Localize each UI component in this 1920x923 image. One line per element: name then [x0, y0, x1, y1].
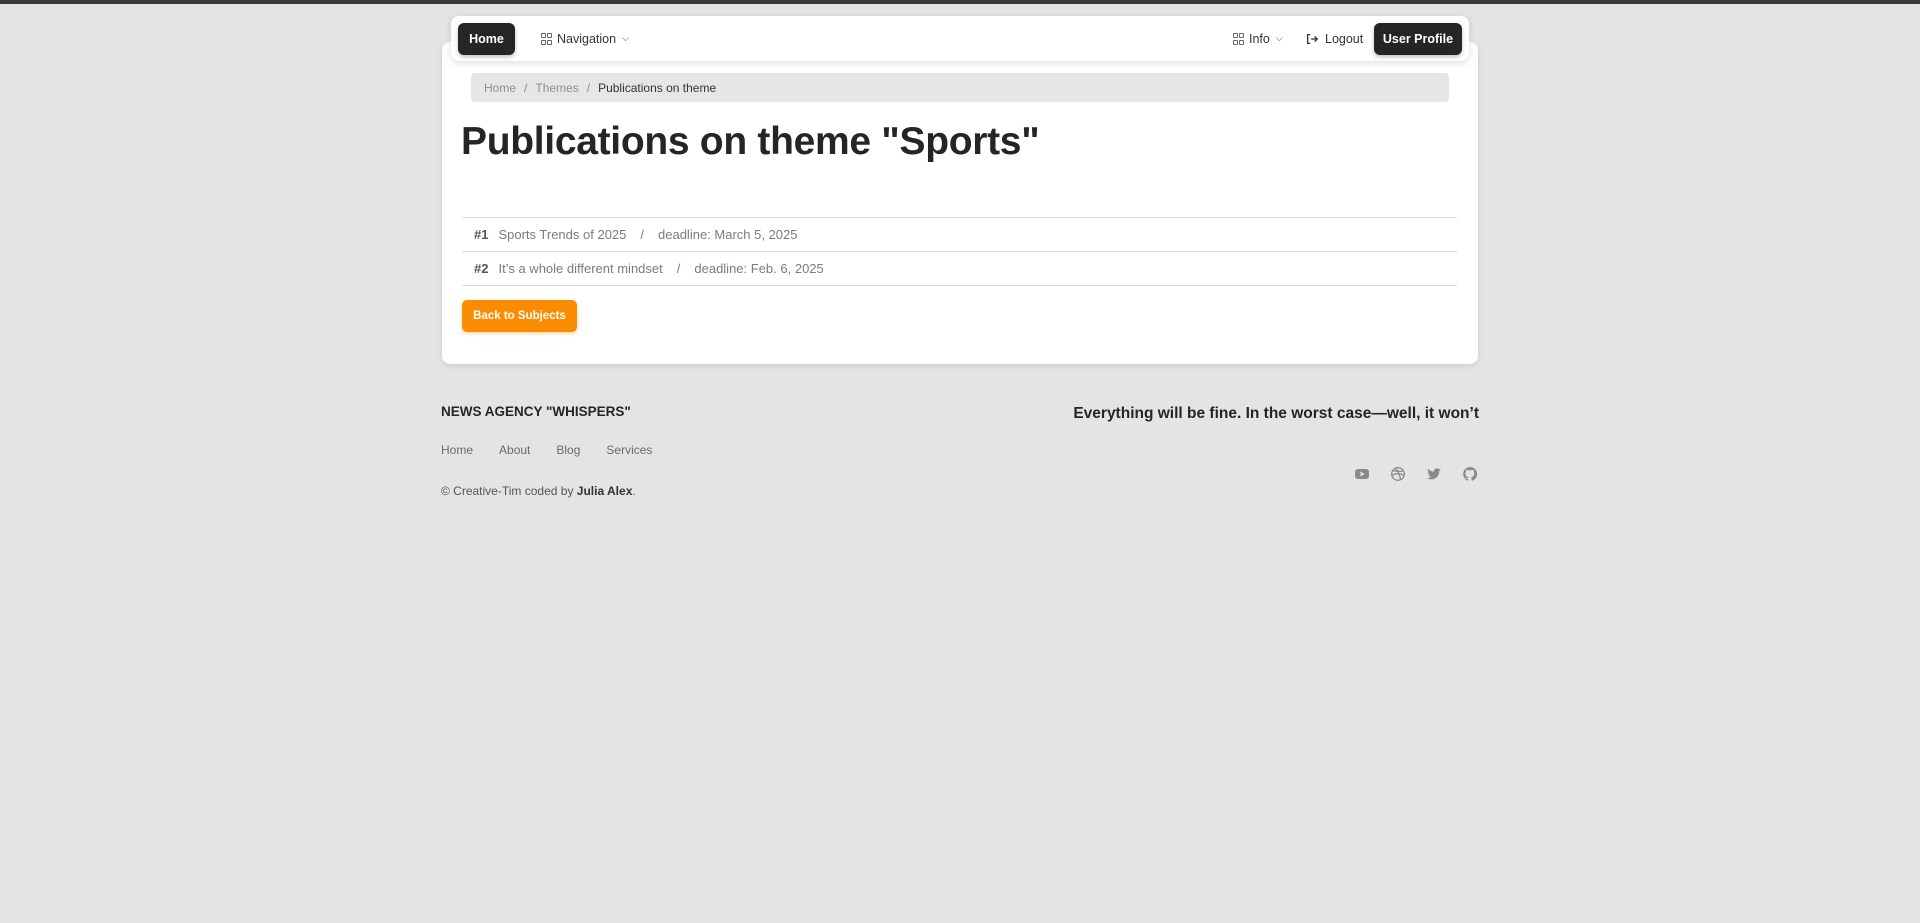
publication-item[interactable]: #2 It’s a whole different mindset / dead…	[462, 251, 1457, 286]
grid-icon	[1233, 33, 1244, 45]
breadcrumb-home[interactable]: Home	[484, 81, 516, 95]
user-profile-button[interactable]: User Profile	[1374, 23, 1462, 55]
navigation-label: Navigation	[557, 32, 617, 46]
footer-link-about[interactable]: About	[499, 443, 530, 457]
publication-list: #1 Sports Trends of 2025 / deadline: Mar…	[462, 217, 1457, 286]
footer-copyright: © Creative-Tim coded by Julia Alex.	[441, 484, 636, 498]
breadcrumb-separator: /	[524, 80, 528, 95]
publication-title: It’s a whole different mindset	[498, 261, 663, 276]
breadcrumb-separator: /	[586, 80, 591, 95]
github-icon[interactable]	[1462, 466, 1478, 482]
copyright-suffix: .	[632, 484, 636, 498]
window-top-bar	[0, 0, 1920, 4]
breadcrumb-themes[interactable]: Themes	[535, 81, 578, 95]
info-label: Info	[1249, 32, 1270, 46]
logout-link[interactable]: Logout	[1305, 23, 1363, 55]
publication-number: #2	[474, 261, 489, 276]
page-title: Publications on theme "Sports"	[461, 120, 1040, 163]
footer-link-home[interactable]: Home	[441, 443, 473, 457]
logout-label: Logout	[1325, 32, 1364, 46]
footer-link-services[interactable]: Services	[606, 443, 652, 457]
back-to-subjects-button[interactable]: Back to Subjects	[462, 300, 577, 332]
publication-separator: /	[676, 261, 681, 276]
publication-item[interactable]: #1 Sports Trends of 2025 / deadline: Mar…	[462, 217, 1457, 251]
footer-links: Home About Blog Services	[441, 443, 652, 457]
grid-icon	[541, 33, 552, 45]
publication-deadline: deadline: March 5, 2025	[658, 227, 798, 242]
footer-link-blog[interactable]: Blog	[556, 443, 580, 457]
footer-quote: Everything will be fine. In the worst ca…	[1073, 405, 1479, 422]
chevron-down-icon: ⌵	[1275, 32, 1283, 43]
publication-deadline: deadline: Feb. 6, 2025	[694, 261, 824, 276]
footer-social	[1354, 466, 1478, 482]
publication-number: #1	[474, 227, 489, 242]
chevron-down-icon: ⌵	[622, 32, 629, 43]
publication-title: Sports Trends of 2025	[498, 227, 627, 242]
navigation-dropdown[interactable]: Navigation ⌵	[541, 23, 629, 55]
twitter-icon[interactable]	[1426, 466, 1442, 482]
dribbble-icon[interactable]	[1390, 466, 1406, 482]
copyright-text: © Creative-Tim coded by	[441, 484, 577, 498]
breadcrumb: Home / Themes / Publications on theme	[471, 73, 1449, 102]
home-button[interactable]: Home	[458, 23, 515, 55]
publication-separator: /	[640, 227, 645, 242]
copyright-author[interactable]: Julia Alex	[577, 484, 633, 498]
breadcrumb-current: Publications on theme	[598, 80, 717, 95]
youtube-icon[interactable]	[1354, 466, 1370, 482]
info-dropdown[interactable]: Info ⌵	[1233, 23, 1283, 55]
navbar: Home Navigation ⌵ Info ⌵ Logout User Pro…	[451, 16, 1469, 61]
logout-icon	[1306, 33, 1319, 45]
footer-brand: NEWS AGENCY "WHISPERS"	[441, 404, 631, 419]
